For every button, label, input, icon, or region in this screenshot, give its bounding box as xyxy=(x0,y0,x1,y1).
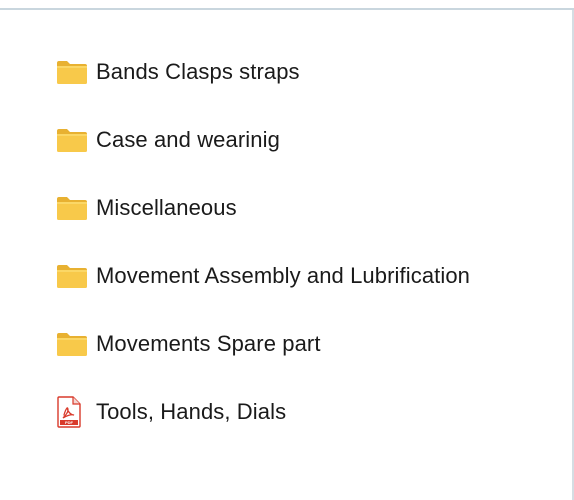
window-top-border xyxy=(0,0,574,10)
folder-item-movement-assembly[interactable]: Movement Assembly and Lubrification xyxy=(56,242,470,310)
file-explorer-window: Bands Clasps straps Case and wearinig Mi… xyxy=(0,0,574,500)
item-label: Movements Spare part xyxy=(96,331,321,356)
folder-item-movements-spare-part[interactable]: Movements Spare part xyxy=(56,310,470,378)
file-list: Bands Clasps straps Case and wearinig Mi… xyxy=(56,38,470,446)
folder-icon xyxy=(56,259,90,293)
folder-icon xyxy=(56,55,90,89)
item-label: Tools, Hands, Dials xyxy=(96,399,287,424)
folder-icon xyxy=(56,123,90,157)
folder-item-bands-clasps-straps[interactable]: Bands Clasps straps xyxy=(56,38,470,106)
folder-item-miscellaneous[interactable]: Miscellaneous xyxy=(56,174,470,242)
svg-text:PDF: PDF xyxy=(65,420,74,425)
folder-icon xyxy=(56,191,90,225)
item-label: Movement Assembly and Lubrification xyxy=(96,263,471,288)
folder-icon xyxy=(56,327,90,361)
item-label: Miscellaneous xyxy=(96,195,237,220)
item-label: Bands Clasps straps xyxy=(96,59,300,84)
folder-item-case-and-wearinig[interactable]: Case and wearinig xyxy=(56,106,470,174)
pdf-item-tools-hands-dials[interactable]: PDF Tools, Hands, Dials xyxy=(56,378,470,446)
item-label: Case and wearinig xyxy=(96,127,280,152)
pdf-icon: PDF xyxy=(56,395,90,429)
